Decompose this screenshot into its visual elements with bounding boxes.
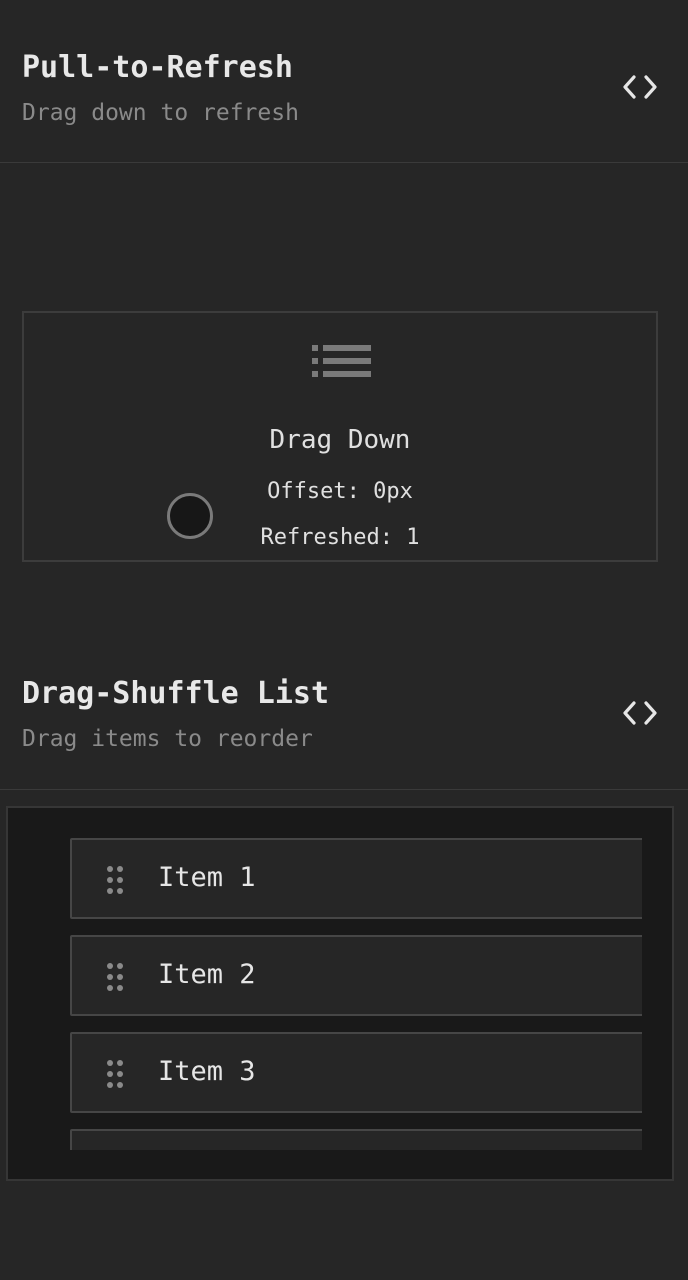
page: Pull-to-Refresh Drag down to refresh Dra… [0, 0, 688, 1280]
list-item-label: Item 2 [158, 959, 256, 990]
pull-to-refresh-header: Pull-to-Refresh Drag down to refresh [0, 0, 688, 163]
drag-grip-icon[interactable] [106, 865, 124, 895]
drag-handle[interactable] [167, 493, 213, 539]
list-item-label: Item 3 [158, 1056, 256, 1087]
pull-to-refresh-area[interactable]: Drag Down Offset: 0px Refreshed: 1 [22, 311, 658, 562]
drag-grip-icon[interactable] [106, 1059, 124, 1089]
drag-down-label: Drag Down [269, 425, 411, 455]
refreshed-count: Refreshed: 1 [260, 525, 420, 550]
drag-shuffle-subtitle: Drag items to reorder [22, 726, 313, 752]
pull-to-refresh-subtitle: Drag down to refresh [22, 100, 299, 126]
list-icon [312, 343, 372, 385]
list-item[interactable] [70, 1129, 642, 1150]
list-item[interactable]: Item 3 [70, 1032, 642, 1113]
offset-readout: Offset: 0px [267, 479, 413, 504]
drag-grip-icon[interactable] [106, 962, 124, 992]
pull-to-refresh-title: Pull-to-Refresh [22, 50, 293, 85]
list-item[interactable]: Item 2 [70, 935, 642, 1016]
drag-shuffle-title: Drag-Shuffle List [22, 676, 330, 711]
drag-shuffle-header: Drag-Shuffle List Drag items to reorder [0, 640, 688, 790]
code-brackets-icon[interactable] [622, 695, 658, 731]
code-brackets-icon[interactable] [622, 69, 658, 105]
list-item-label: Item 1 [158, 862, 256, 893]
shuffle-list-container: Item 1 Item 2 Item 3 [6, 806, 674, 1181]
shuffle-list[interactable]: Item 1 Item 2 Item 3 [70, 838, 642, 1150]
list-item[interactable]: Item 1 [70, 838, 642, 919]
